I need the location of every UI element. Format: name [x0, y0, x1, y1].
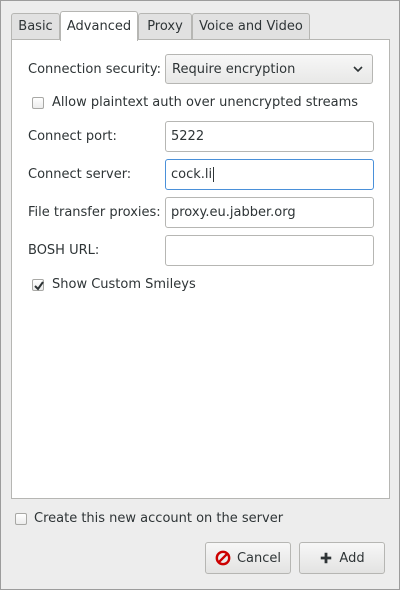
tab-voice-video[interactable]: Voice and Video	[192, 13, 310, 39]
tab-voice-video-label: Voice and Video	[199, 19, 303, 34]
file-transfer-proxies-value: proxy.eu.jabber.org	[171, 205, 296, 220]
plus-icon	[321, 552, 332, 564]
connect-port-label: Connect port:	[28, 129, 117, 144]
connect-server-label: Connect server:	[28, 167, 132, 182]
checkmark-icon	[34, 281, 44, 291]
tab-basic[interactable]: Basic	[11, 13, 60, 39]
tab-proxy[interactable]: Proxy	[138, 13, 192, 39]
text-caret	[213, 167, 215, 182]
file-transfer-proxies-input[interactable]: proxy.eu.jabber.org	[165, 197, 374, 228]
tab-proxy-label: Proxy	[147, 19, 183, 34]
bosh-url-input[interactable]	[165, 235, 374, 266]
advanced-panel: Connection security: Require encryption …	[11, 39, 390, 499]
connection-security-select[interactable]: Require encryption	[165, 54, 373, 84]
connection-security-value: Require encryption	[172, 61, 296, 77]
cancel-button-label: Cancel	[236, 550, 282, 566]
add-button-label: Add	[339, 550, 365, 566]
file-transfer-proxies-label: File transfer proxies:	[28, 205, 161, 220]
allow-plaintext-checkbox[interactable]	[32, 97, 44, 109]
tab-advanced-label: Advanced	[66, 19, 132, 34]
connect-port-value: 5222	[171, 129, 205, 144]
tab-basic-label: Basic	[18, 19, 53, 34]
account-dialog: Basic Advanced Proxy Voice and Video Con…	[0, 0, 400, 590]
chevron-down-icon	[353, 66, 363, 73]
create-account-label: Create this new account on the server	[34, 511, 284, 526]
connect-server-input[interactable]: cock.li	[165, 159, 374, 190]
bosh-url-label: BOSH URL:	[28, 243, 100, 258]
tab-advanced[interactable]: Advanced	[60, 11, 138, 41]
show-custom-smileys-checkbox[interactable]	[32, 279, 44, 291]
create-account-checkbox[interactable]	[15, 513, 27, 525]
cancel-icon	[215, 550, 231, 566]
cancel-button[interactable]: Cancel	[205, 542, 291, 574]
connect-port-input[interactable]: 5222	[165, 121, 374, 152]
show-custom-smileys-label: Show Custom Smileys	[52, 277, 196, 292]
connect-server-value: cock.li	[171, 167, 213, 182]
add-button[interactable]: Add	[299, 542, 385, 574]
connection-security-label: Connection security:	[28, 62, 162, 77]
allow-plaintext-label: Allow plaintext auth over unencrypted st…	[52, 95, 359, 110]
